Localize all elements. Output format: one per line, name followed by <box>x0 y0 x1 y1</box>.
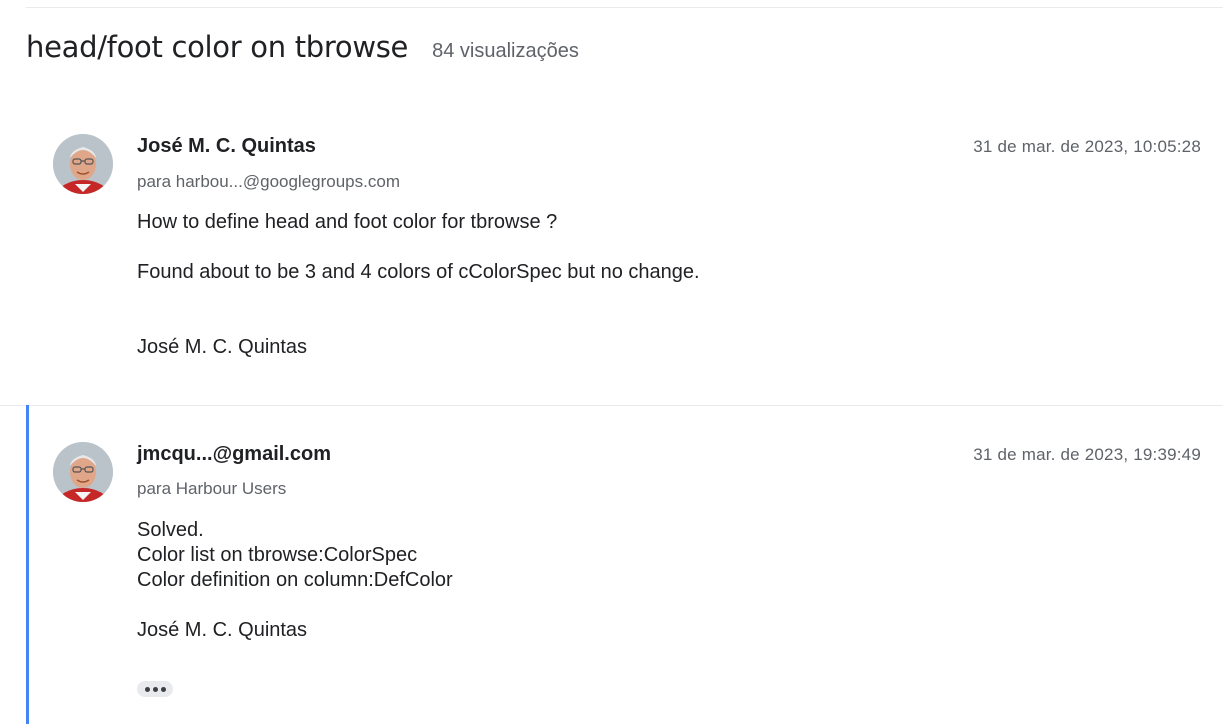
view-count: 84 visualizações <box>432 40 579 62</box>
sender-name[interactable]: José M. C. Quintas <box>137 135 316 158</box>
message-signature: José M. C. Quintas <box>137 336 308 358</box>
message-card: José M. C. Quintas 31 de mar. de 2023, 1… <box>0 118 1223 404</box>
avatar-photo-icon <box>53 442 113 502</box>
recipient-line: para harbou...@googlegroups.com <box>137 172 400 191</box>
more-horiz-icon <box>160 686 166 692</box>
thread-title: head/foot color on tbrowse <box>26 30 409 64</box>
message-body-line: Solved. <box>137 519 204 541</box>
message-signature: José M. C. Quintas <box>137 619 308 641</box>
message-body-line: Color list on tbrowse:ColorSpec <box>137 544 418 566</box>
message-body-line: Color definition on column:DefColor <box>137 569 453 591</box>
message-body-line: How to define head and foot color for tb… <box>137 211 558 233</box>
message-card: jmcqu...@gmail.com 31 de mar. de 2023, 1… <box>0 405 1223 724</box>
avatar[interactable] <box>53 442 113 502</box>
sender-name[interactable]: jmcqu...@gmail.com <box>137 443 331 466</box>
message-date: 31 de mar. de 2023, 19:39:49 <box>973 445 1201 464</box>
focus-indicator <box>26 405 29 724</box>
show-trimmed-content-button[interactable] <box>137 681 173 697</box>
top-divider <box>26 7 1223 8</box>
recipient-line: para Harbour Users <box>137 479 287 498</box>
avatar-photo-icon <box>53 134 113 194</box>
thread-header: head/foot color on tbrowse 84 visualizaç… <box>26 30 579 64</box>
message-date: 31 de mar. de 2023, 10:05:28 <box>973 137 1201 156</box>
avatar[interactable] <box>53 134 113 194</box>
more-horiz-icon <box>144 686 150 692</box>
message-body-line: Found about to be 3 and 4 colors of cCol… <box>137 261 700 283</box>
more-horiz-icon <box>152 686 158 692</box>
